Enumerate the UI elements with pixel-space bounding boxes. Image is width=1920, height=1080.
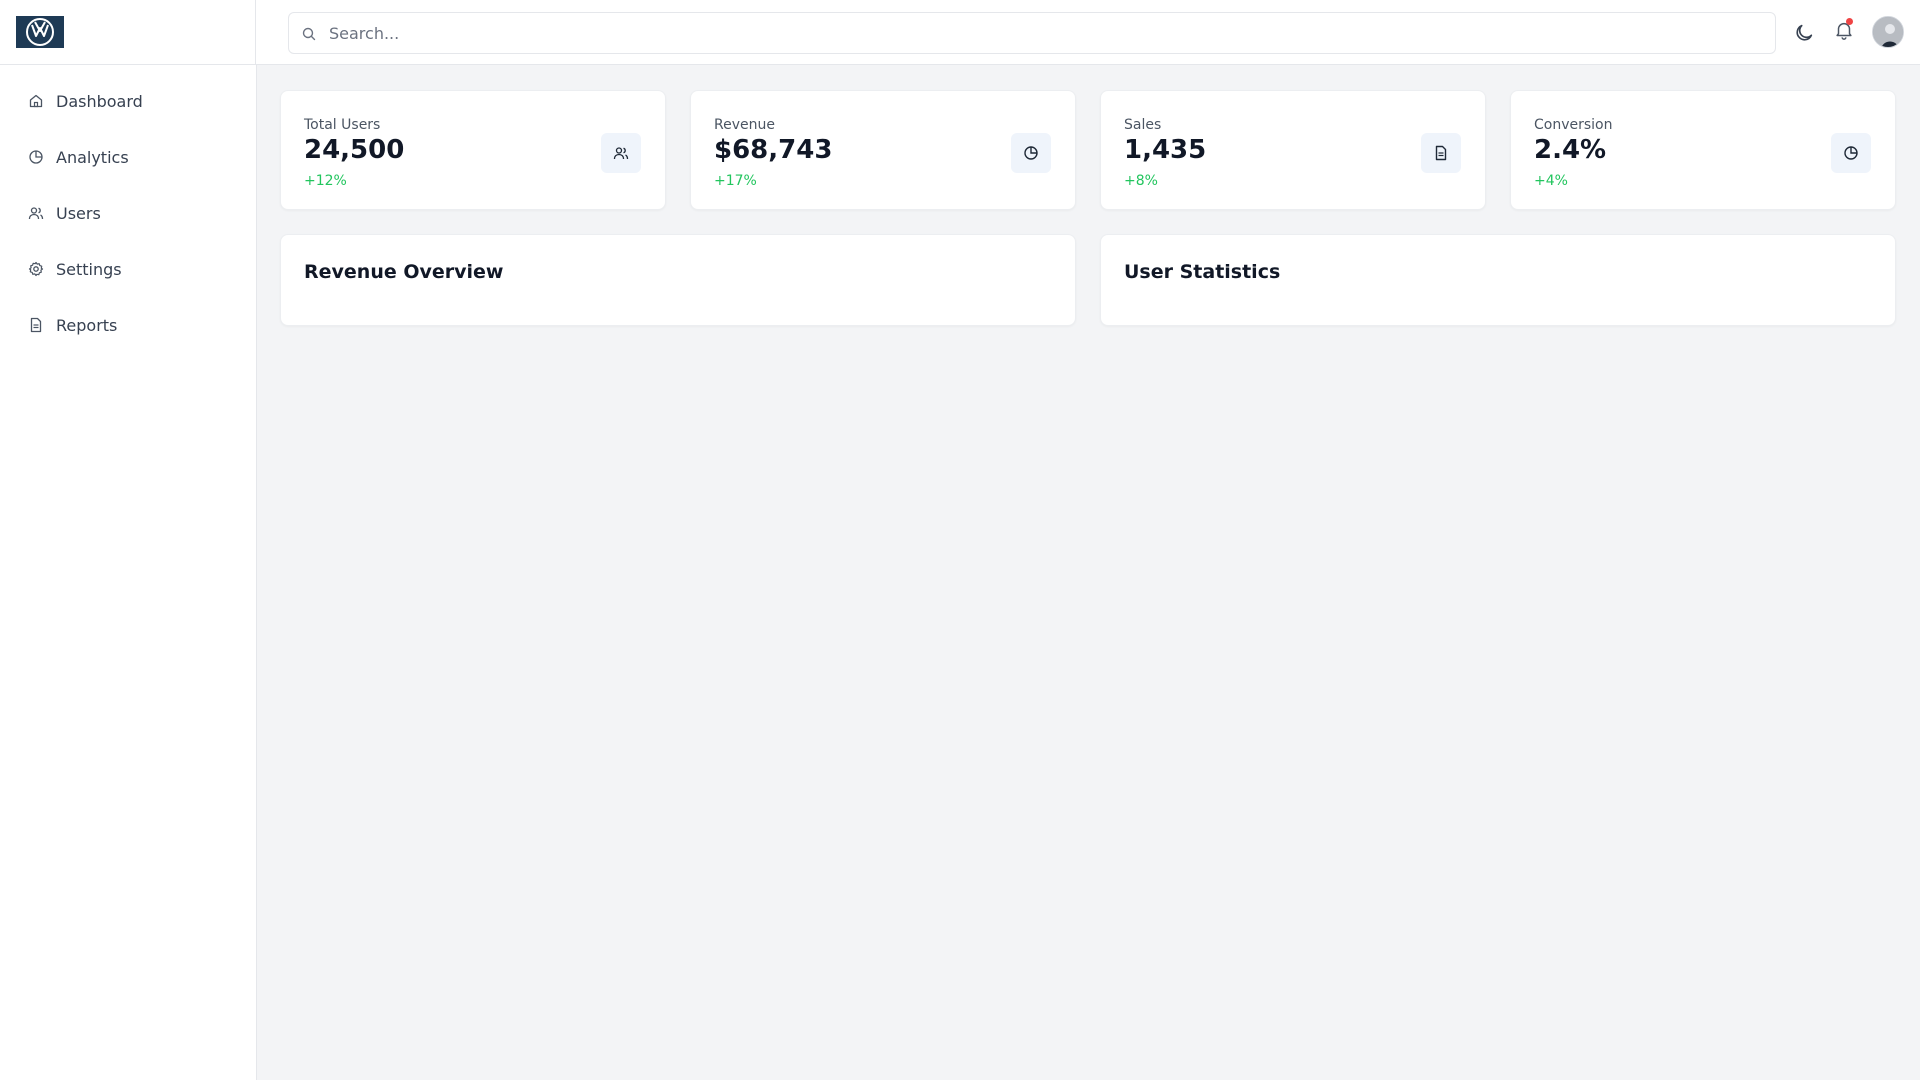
sidebar-item-label: Analytics — [56, 147, 129, 167]
sidebar-item-label: Users — [56, 203, 101, 223]
revenue-overview-panel: Revenue Overview — [280, 234, 1076, 326]
logo-area — [0, 0, 256, 64]
stat-label: Conversion — [1534, 117, 1613, 133]
vw-logo[interactable] — [16, 16, 64, 48]
theme-toggle-button[interactable] — [1788, 17, 1820, 49]
stat-label: Revenue — [714, 117, 775, 133]
users-icon — [601, 133, 641, 173]
vw-logo-icon — [26, 18, 54, 46]
sidebar: Dashboard Analytics Users Settings Repor… — [0, 65, 257, 1080]
stat-card-revenue: Revenue $68,743 +17% — [690, 90, 1076, 210]
file-icon — [28, 317, 44, 333]
moon-icon — [1796, 24, 1813, 41]
stat-change: +8% — [1124, 173, 1158, 189]
gear-icon — [28, 261, 44, 277]
pie-chart-icon — [1831, 133, 1871, 173]
sidebar-item-analytics[interactable]: Analytics — [16, 137, 240, 177]
stat-card-conversion: Conversion 2.4% +4% — [1510, 90, 1896, 210]
sidebar-item-users[interactable]: Users — [16, 193, 240, 233]
app: Dashboard Analytics — [0, 0, 1920, 1080]
notification-dot — [1846, 18, 1853, 25]
sidebar-item-label: Settings — [56, 259, 122, 279]
search-bar — [288, 12, 1776, 54]
file-icon — [1421, 133, 1461, 173]
pie-chart-icon — [1011, 133, 1051, 173]
user-statistics-panel: User Statistics — [1100, 234, 1896, 326]
stat-card-total-users: Total Users 24,500 +12% — [280, 90, 666, 210]
stat-change: +12% — [304, 173, 347, 189]
stat-value: $68,743 — [714, 135, 833, 165]
stat-change: +4% — [1534, 173, 1568, 189]
stat-value: 24,500 — [304, 135, 405, 165]
notifications-button[interactable] — [1828, 14, 1860, 46]
stat-value: 1,435 — [1124, 135, 1207, 165]
stat-label: Total Users — [304, 117, 381, 133]
home-icon — [28, 93, 44, 109]
top-bar — [0, 0, 1920, 65]
search-input[interactable] — [329, 13, 1759, 53]
sidebar-nav: Dashboard Analytics Users Settings Repor… — [16, 81, 240, 361]
sidebar-item-settings[interactable]: Settings — [16, 249, 240, 289]
sidebar-item-dashboard[interactable]: Dashboard — [16, 81, 240, 121]
avatar-image — [1873, 17, 1903, 47]
users-icon — [28, 205, 44, 221]
sidebar-item-label: Dashboard — [56, 91, 143, 111]
sidebar-item-reports[interactable]: Reports — [16, 305, 240, 345]
stat-change: +17% — [714, 173, 757, 189]
panel-title: User Statistics — [1124, 261, 1281, 283]
search-icon — [302, 27, 316, 41]
stat-label: Sales — [1124, 117, 1162, 133]
stat-card-sales: Sales 1,435 +8% — [1100, 90, 1486, 210]
user-avatar[interactable] — [1872, 16, 1904, 48]
sidebar-item-label: Reports — [56, 315, 118, 335]
stat-value: 2.4% — [1534, 135, 1607, 165]
panel-title: Revenue Overview — [304, 261, 504, 283]
pie-chart-icon — [28, 149, 44, 165]
main-content: Total Users 24,500 +12% Revenue $68,743 … — [257, 65, 1920, 1080]
